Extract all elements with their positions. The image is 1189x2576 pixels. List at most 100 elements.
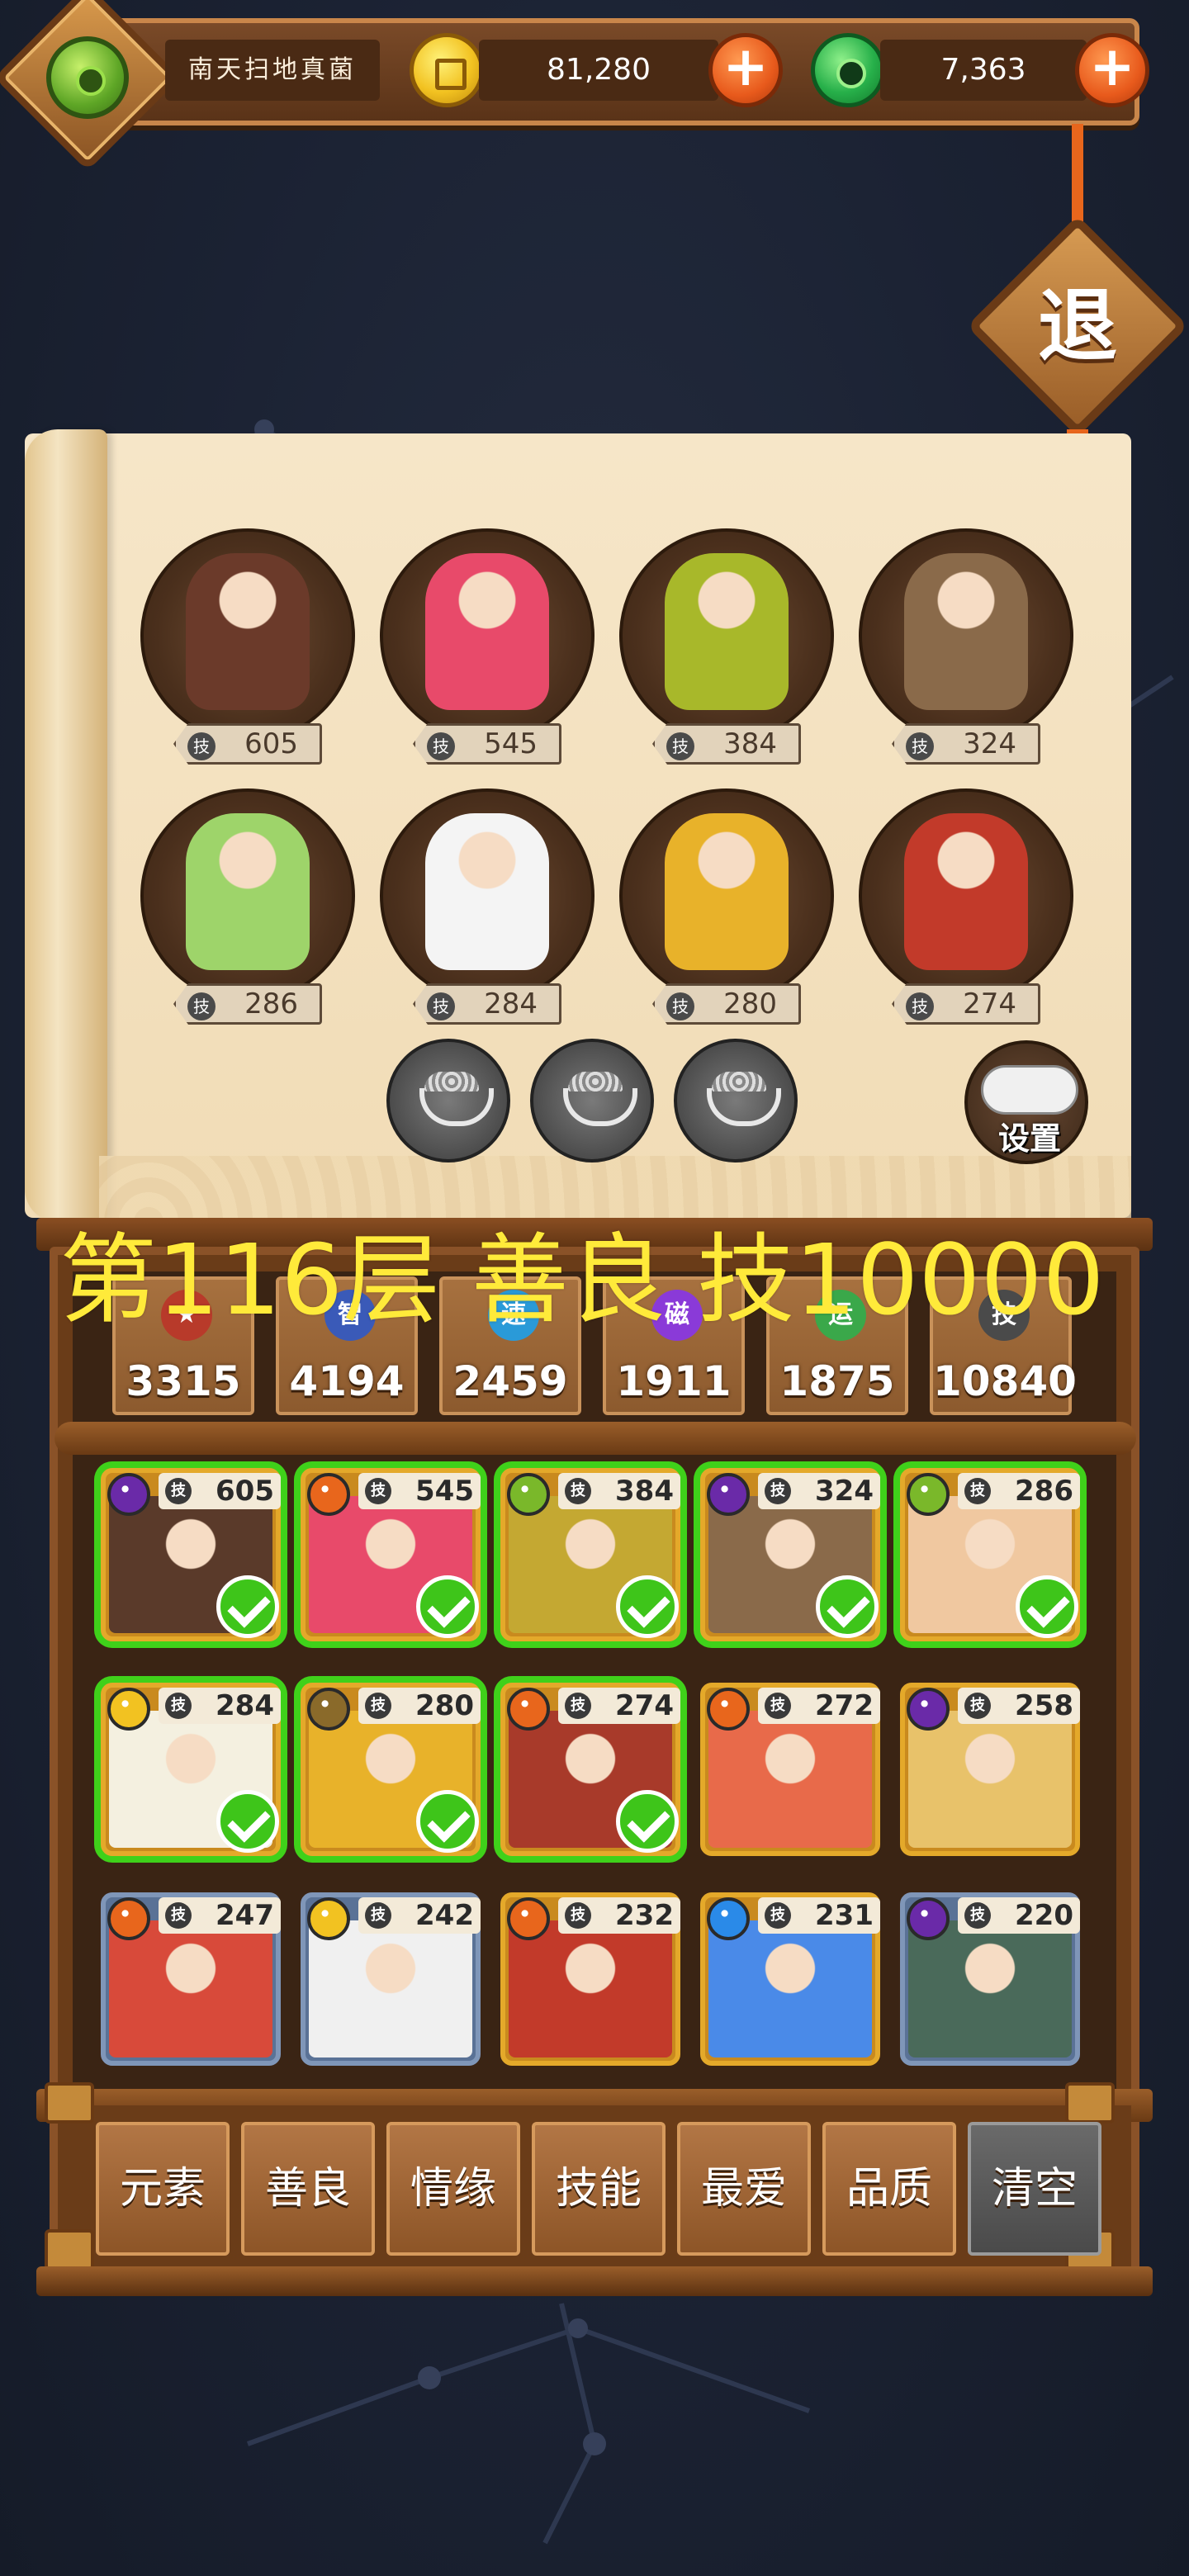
- hero-card-art: [708, 1920, 872, 2057]
- card-skill-value: 242: [415, 1899, 474, 1932]
- jade-amount: 7,363: [880, 40, 1087, 101]
- card-skill-badge: 技 605: [159, 1473, 281, 1509]
- add-coins-button[interactable]: +: [708, 33, 783, 107]
- hero-card[interactable]: 技 605: [101, 1468, 281, 1641]
- element-icon: [507, 1688, 550, 1731]
- filter-button[interactable]: 元素: [96, 2122, 230, 2256]
- hero-card[interactable]: 技 247: [101, 1892, 281, 2066]
- hero-card[interactable]: 技 232: [500, 1892, 680, 2066]
- card-skill-value: 272: [815, 1689, 874, 1722]
- hero-skill-value: 545: [484, 727, 538, 760]
- empty-slot-bowl-icon[interactable]: [386, 1039, 510, 1163]
- hero-card-art: [309, 1920, 472, 2057]
- hero-card[interactable]: 技 545: [301, 1468, 481, 1641]
- filter-button[interactable]: 情缘: [386, 2122, 520, 2256]
- exit-button[interactable]: 退: [999, 248, 1156, 405]
- hero-card[interactable]: 技 284: [101, 1683, 281, 1856]
- hero-card-art: [908, 1920, 1072, 2057]
- empty-slot-bowl-icon[interactable]: [530, 1039, 654, 1163]
- card-skill-value: 280: [415, 1689, 474, 1722]
- card-skill-badge: 技 280: [358, 1688, 481, 1724]
- hero-skill-value: 605: [244, 727, 298, 760]
- hero-card[interactable]: 技 231: [700, 1892, 880, 2066]
- skill-icon: 技: [565, 1693, 591, 1719]
- scroll-wave-pattern: [99, 1156, 1131, 1222]
- stat-value: 10840: [933, 1357, 1077, 1405]
- hero-portrait: [904, 553, 1028, 710]
- stat-value: 1911: [616, 1357, 732, 1405]
- hero-portrait: [425, 553, 549, 710]
- card-skill-badge: 技 324: [758, 1473, 880, 1509]
- hero-skill-tag: 技 286: [173, 983, 322, 1025]
- cabinet-base: [36, 2266, 1153, 2296]
- card-skill-value: 258: [1015, 1689, 1073, 1722]
- filter-button[interactable]: 品质: [822, 2122, 956, 2256]
- lineup-hero-slot[interactable]: 技 324: [859, 528, 1073, 776]
- filter-button[interactable]: 善良: [241, 2122, 375, 2256]
- hero-card-art: [708, 1711, 872, 1848]
- selected-check-icon: [816, 1575, 879, 1638]
- card-skill-badge: 技 242: [358, 1897, 481, 1934]
- clear-filter-button[interactable]: 清空: [968, 2122, 1101, 2256]
- jade-currency-icon: [811, 33, 885, 107]
- gold-coin-icon: [410, 33, 484, 107]
- bracket-corner: [1065, 2082, 1115, 2124]
- hero-card[interactable]: 技 220: [900, 1892, 1080, 2066]
- add-jade-button[interactable]: +: [1075, 33, 1149, 107]
- card-skill-badge: 技 231: [758, 1897, 880, 1934]
- selected-check-icon: [216, 1790, 279, 1853]
- element-icon: [307, 1897, 350, 1940]
- filter-button[interactable]: 技能: [532, 2122, 666, 2256]
- card-skill-badge: 技 220: [958, 1897, 1080, 1934]
- skill-icon: 技: [187, 732, 216, 760]
- card-skill-value: 231: [815, 1899, 874, 1932]
- hero-skill-value: 324: [963, 727, 1016, 760]
- card-skill-value: 324: [815, 1475, 874, 1508]
- hero-card[interactable]: 技 286: [900, 1468, 1080, 1641]
- hero-card[interactable]: 技 242: [301, 1892, 481, 2066]
- selected-check-icon: [616, 1575, 679, 1638]
- element-icon: [107, 1688, 150, 1731]
- lineup-hero-slot[interactable]: 技 284: [380, 788, 594, 1036]
- bracket-corner: [45, 2082, 94, 2124]
- skill-icon: 技: [165, 1902, 192, 1929]
- hero-card[interactable]: 技 274: [500, 1683, 680, 1856]
- coin-amount: 81,280: [479, 40, 718, 101]
- hero-portrait: [186, 813, 310, 970]
- hero-skill-value: 274: [963, 987, 1016, 1020]
- lineup-hero-slot[interactable]: 技 384: [619, 528, 834, 776]
- skill-icon: 技: [427, 992, 455, 1020]
- hero-card-art: [509, 1920, 672, 2057]
- hero-skill-tag: 技 274: [892, 983, 1040, 1025]
- lineup-hero-slot[interactable]: 技 605: [140, 528, 355, 776]
- stat-value: 1875: [779, 1357, 895, 1405]
- element-icon: [707, 1688, 750, 1731]
- empty-slot-bowl-icon[interactable]: [674, 1039, 798, 1163]
- card-skill-badge: 技 545: [358, 1473, 481, 1509]
- lineup-hero-slot[interactable]: 技 545: [380, 528, 594, 776]
- skill-icon: 技: [427, 732, 455, 760]
- selected-check-icon: [216, 1575, 279, 1638]
- settings-button[interactable]: 设置: [964, 1040, 1088, 1164]
- element-icon: [507, 1473, 550, 1516]
- skill-icon: 技: [365, 1478, 391, 1504]
- hero-skill-tag: 技 284: [413, 983, 561, 1025]
- card-skill-badge: 技 258: [958, 1688, 1080, 1724]
- filter-button[interactable]: 最爱: [677, 2122, 811, 2256]
- hero-card[interactable]: 技 258: [900, 1683, 1080, 1856]
- skill-icon: 技: [906, 732, 934, 760]
- hero-card[interactable]: 技 324: [700, 1468, 880, 1641]
- lineup-hero-slot[interactable]: 技 286: [140, 788, 355, 1036]
- hero-card[interactable]: 技 272: [700, 1683, 880, 1856]
- hero-card[interactable]: 技 280: [301, 1683, 481, 1856]
- hero-portrait: [665, 813, 789, 970]
- hero-skill-tag: 技 324: [892, 723, 1040, 765]
- hero-card[interactable]: 技 384: [500, 1468, 680, 1641]
- lineup-hero-slot[interactable]: 技 280: [619, 788, 834, 1036]
- card-skill-value: 232: [615, 1899, 674, 1932]
- skill-icon: 技: [365, 1902, 391, 1929]
- skill-icon: 技: [906, 992, 934, 1020]
- skill-icon: 技: [666, 732, 694, 760]
- skill-icon: 技: [964, 1478, 991, 1504]
- lineup-hero-slot[interactable]: 技 274: [859, 788, 1073, 1036]
